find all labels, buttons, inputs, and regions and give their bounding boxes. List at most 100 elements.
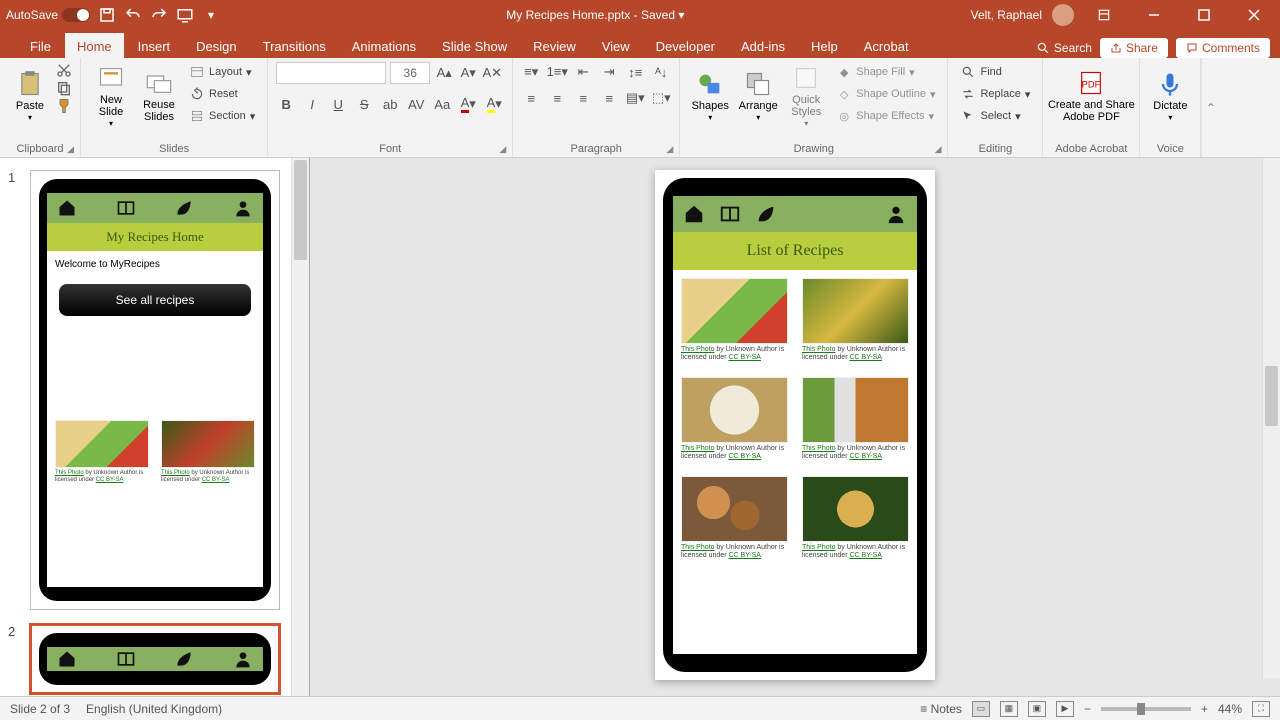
zoom-level[interactable]: 44% xyxy=(1218,702,1242,716)
italic-icon[interactable]: I xyxy=(302,94,322,114)
underline-icon[interactable]: U xyxy=(328,94,348,114)
tab-home[interactable]: Home xyxy=(65,33,124,58)
quick-styles-button[interactable]: Quick Styles▾ xyxy=(784,62,828,130)
language-indicator[interactable]: English (United Kingdom) xyxy=(86,702,222,716)
normal-view-icon[interactable]: ▭ xyxy=(972,701,990,717)
fit-window-icon[interactable]: ⛶ xyxy=(1252,701,1270,717)
bold-icon[interactable]: B xyxy=(276,94,296,114)
align-center-icon[interactable]: ≡ xyxy=(547,88,567,108)
shapes-button[interactable]: Shapes▾ xyxy=(688,62,732,130)
section-button[interactable]: Section ▾ xyxy=(185,106,259,126)
notes-button[interactable]: ≡ Notes xyxy=(920,702,962,716)
slideshow-view-icon[interactable]: ▶ xyxy=(1056,701,1074,717)
slide-canvas[interactable]: List of Recipes This Photo by Unknown Au… xyxy=(310,158,1280,696)
replace-button[interactable]: Replace ▾ xyxy=(956,84,1034,104)
close-icon[interactable] xyxy=(1234,0,1274,30)
collapse-ribbon-icon[interactable]: ⌃ xyxy=(1201,58,1219,157)
current-slide[interactable]: List of Recipes This Photo by Unknown Au… xyxy=(655,170,935,680)
clear-format-icon[interactable]: A✕ xyxy=(482,63,502,83)
ribbon-options-icon[interactable] xyxy=(1084,0,1124,30)
paste-button[interactable]: Paste▾ xyxy=(8,62,52,130)
copy-icon[interactable] xyxy=(56,80,72,96)
smartart-icon[interactable]: ⬚▾ xyxy=(651,88,671,108)
shape-fill-button[interactable]: ◆Shape Fill ▾ xyxy=(832,62,939,82)
tab-view[interactable]: View xyxy=(590,33,642,58)
cut-icon[interactable] xyxy=(56,62,72,78)
bullets-icon[interactable]: ≡▾ xyxy=(521,62,541,82)
tab-design[interactable]: Design xyxy=(184,33,248,58)
line-spacing-icon[interactable]: ↕≡ xyxy=(625,62,645,82)
tab-insert[interactable]: Insert xyxy=(126,33,183,58)
user-name[interactable]: Velt, Raphael xyxy=(971,8,1042,22)
tab-file[interactable]: File xyxy=(18,33,63,58)
grow-font-icon[interactable]: A▴ xyxy=(434,63,454,83)
qat-more-icon[interactable]: ▾ xyxy=(202,6,220,24)
highlight-icon[interactable]: A▾ xyxy=(484,94,504,114)
reuse-slides-button[interactable]: Reuse Slides xyxy=(137,62,181,130)
outdent-icon[interactable]: ⇤ xyxy=(573,62,593,82)
share-button[interactable]: Share xyxy=(1100,38,1168,58)
find-button[interactable]: Find xyxy=(956,62,1034,82)
zoom-slider[interactable] xyxy=(1101,707,1191,711)
shrink-font-icon[interactable]: A▾ xyxy=(458,63,478,83)
font-color-icon[interactable]: A▾ xyxy=(458,94,478,114)
select-button[interactable]: Select ▾ xyxy=(956,106,1034,126)
launcher-icon[interactable]: ◢ xyxy=(499,144,506,155)
strike-icon[interactable]: S xyxy=(354,94,374,114)
columns-icon[interactable]: ▤▾ xyxy=(625,88,645,108)
justify-icon[interactable]: ≡ xyxy=(599,88,619,108)
tab-developer[interactable]: Developer xyxy=(644,33,727,58)
layout-button[interactable]: Layout ▾ xyxy=(185,62,259,82)
maximize-icon[interactable] xyxy=(1184,0,1224,30)
canvas-scrollbar[interactable] xyxy=(1262,158,1280,678)
slide-indicator[interactable]: Slide 2 of 3 xyxy=(10,702,70,716)
tab-review[interactable]: Review xyxy=(521,33,588,58)
tab-animations[interactable]: Animations xyxy=(340,33,428,58)
launcher-icon[interactable]: ◢ xyxy=(666,144,673,155)
redo-icon[interactable] xyxy=(150,6,168,24)
spacing-icon[interactable]: AV xyxy=(406,94,426,114)
tab-acrobat[interactable]: Acrobat xyxy=(852,33,921,58)
reading-view-icon[interactable]: ▣ xyxy=(1028,701,1046,717)
save-icon[interactable] xyxy=(98,6,116,24)
reset-button[interactable]: Reset xyxy=(185,84,259,104)
thumbnail-slide-1[interactable]: My Recipes Home Welcome to MyRecipes See… xyxy=(30,170,280,610)
tab-help[interactable]: Help xyxy=(799,33,850,58)
start-icon[interactable] xyxy=(176,6,194,24)
tab-slideshow[interactable]: Slide Show xyxy=(430,33,519,58)
comments-button[interactable]: Comments xyxy=(1176,38,1270,58)
numbering-icon[interactable]: 1≡▾ xyxy=(547,62,567,82)
shape-outline-button[interactable]: ◇Shape Outline ▾ xyxy=(832,84,939,104)
case-icon[interactable]: Aa xyxy=(432,94,452,114)
shadow-icon[interactable]: ab xyxy=(380,94,400,114)
launcher-icon[interactable]: ◢ xyxy=(67,144,74,155)
user-avatar[interactable] xyxy=(1052,4,1074,26)
dictate-button[interactable]: Dictate▾ xyxy=(1148,62,1192,130)
home-icon xyxy=(57,649,77,669)
text-direction-icon[interactable]: ᴬ↓ xyxy=(651,62,671,82)
align-right-icon[interactable]: ≡ xyxy=(573,88,593,108)
minimize-icon[interactable] xyxy=(1134,0,1174,30)
indent-icon[interactable]: ⇥ xyxy=(599,62,619,82)
thumbnail-slide-2[interactable] xyxy=(30,624,280,694)
font-size-select[interactable] xyxy=(390,62,430,84)
zoom-in-icon[interactable]: + xyxy=(1201,702,1208,716)
shape-effects-button[interactable]: ◎Shape Effects ▾ xyxy=(832,106,939,126)
create-pdf-button[interactable]: PDF Create and Share Adobe PDF xyxy=(1051,62,1131,130)
food-image xyxy=(802,476,909,542)
tab-transitions[interactable]: Transitions xyxy=(251,33,338,58)
new-slide-button[interactable]: New Slide▾ xyxy=(89,62,133,130)
thumbs-scrollbar[interactable] xyxy=(291,158,309,696)
launcher-icon[interactable]: ◢ xyxy=(935,144,942,155)
undo-icon[interactable] xyxy=(124,6,142,24)
autosave-toggle[interactable]: AutoSave xyxy=(6,8,90,22)
sorter-view-icon[interactable]: ▦ xyxy=(1000,701,1018,717)
format-painter-icon[interactable] xyxy=(56,98,72,114)
tell-me-search[interactable]: Search xyxy=(1036,41,1092,55)
arrange-button[interactable]: Arrange▾ xyxy=(736,62,780,130)
zoom-out-icon[interactable]: − xyxy=(1084,702,1091,716)
align-left-icon[interactable]: ≡ xyxy=(521,88,541,108)
thumbnail-panel[interactable]: 1 My Recipes Home Welcome to MyRecipes xyxy=(0,158,310,696)
font-family-select[interactable] xyxy=(276,62,386,84)
tab-addins[interactable]: Add-ins xyxy=(729,33,797,58)
